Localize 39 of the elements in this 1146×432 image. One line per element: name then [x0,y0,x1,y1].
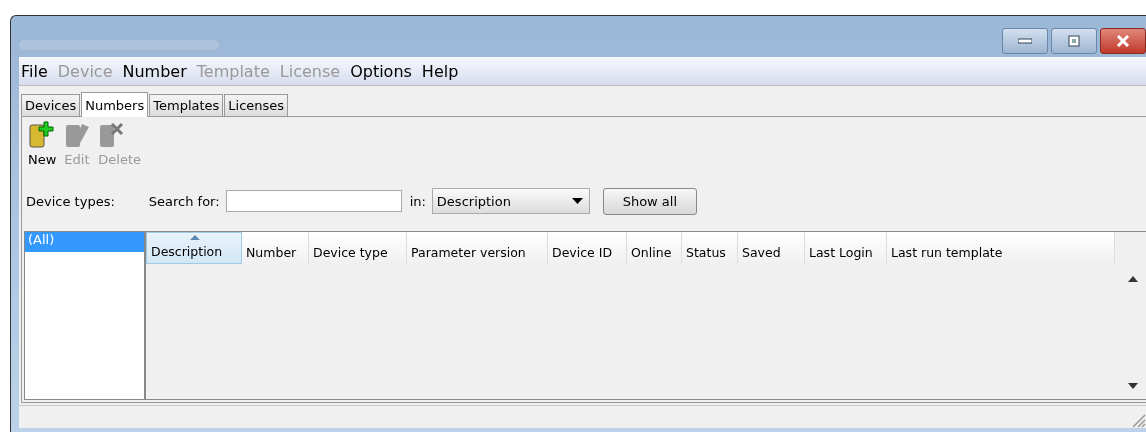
column-header[interactable]: Saved [738,232,805,264]
resize-grip-icon [1132,414,1146,428]
search-field[interactable] [225,190,402,212]
scroll-down-icon [1128,383,1138,389]
column-header[interactable]: Parameter version [407,232,548,264]
column-header[interactable]: Last Login [805,232,887,264]
close-button[interactable] [1100,28,1146,54]
tab[interactable]: Numbers [81,92,149,117]
document-pencil-icon [64,121,91,149]
menu-item[interactable]: Options [350,61,412,81]
toolbar-button[interactable]: New [26,121,59,179]
close-icon [1116,35,1130,47]
column-header[interactable]: Number [242,232,309,264]
tab[interactable]: Licenses [224,94,289,116]
column-header[interactable]: Online [627,232,682,264]
show-all-button[interactable]: Show all [602,187,697,215]
maximize-icon [1068,35,1080,47]
device-types-label: Device types: [26,193,115,209]
column-header[interactable]: Device type [309,232,407,264]
menu-item[interactable]: Number [122,61,187,81]
column-header[interactable]: Device ID [548,232,627,264]
menu-item[interactable]: Help [421,61,459,81]
column-header[interactable]: Last run template [887,232,1115,264]
minimize-icon [1018,38,1032,44]
column-header[interactable]: Status [682,232,738,264]
sort-ascending-icon [190,235,200,240]
in-label: in: [409,193,426,209]
search-field-dropdown[interactable]: Description [431,188,590,214]
minimize-button[interactable] [1002,28,1048,54]
scroll-up-icon [1128,276,1138,282]
document-x-icon [98,121,125,149]
tab[interactable]: Devices [21,94,81,116]
dropdown-arrow-icon [571,198,583,204]
maximize-button[interactable] [1051,28,1097,54]
document-plus-icon [28,121,54,149]
tab[interactable]: Templates [149,94,224,116]
column-header[interactable]: Description [146,232,242,264]
menu-item[interactable]: File [21,61,48,81]
search-label: Search for: [148,193,220,209]
